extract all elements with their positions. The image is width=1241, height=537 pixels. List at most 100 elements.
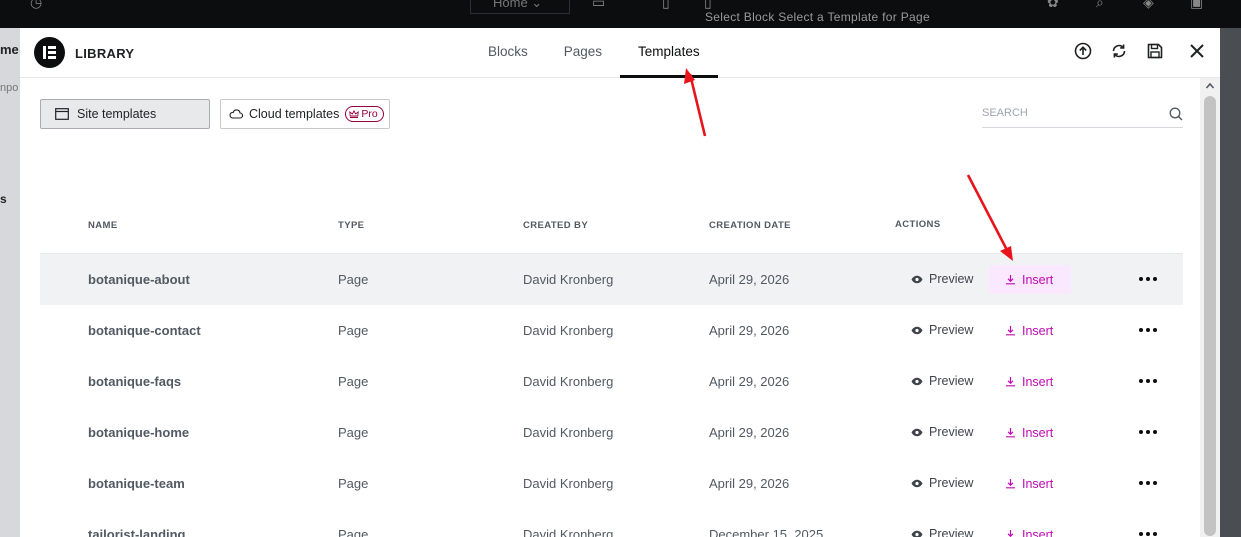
page-selector-label: Home: [493, 0, 528, 10]
template-name[interactable]: botanique-contact: [88, 323, 201, 338]
library-tabs: Blocks Pages Templates: [470, 28, 718, 78]
template-type: Page: [338, 476, 369, 491]
preview-label: Preview: [929, 272, 974, 286]
eye-icon: [911, 275, 923, 283]
save-icon[interactable]: [1146, 42, 1164, 60]
pro-badge: Pro: [345, 106, 384, 122]
cloud-icon: [229, 109, 243, 119]
tablet-icon[interactable]: ▯: [662, 0, 670, 11]
template-date: April 29, 2026: [709, 425, 790, 440]
more-options-icon[interactable]: [1138, 421, 1158, 441]
search-input[interactable]: [982, 100, 1152, 126]
table-row[interactable]: tailorist-landing Page David Kronberg Decem…: [40, 509, 1183, 537]
insert-button[interactable]: Insert: [989, 418, 1071, 447]
layers-icon[interactable]: ◈: [1143, 0, 1154, 11]
preview-button[interactable]: Preview: [911, 476, 973, 490]
more-options-icon[interactable]: [1138, 268, 1158, 288]
template-name[interactable]: botanique-team: [88, 476, 185, 491]
library-title: LIBRARY: [75, 46, 135, 61]
scroll-thumb[interactable]: [1204, 96, 1216, 536]
side-fragment: npo: [0, 82, 19, 94]
template-author: David Kronberg: [523, 476, 614, 491]
search-icon[interactable]: ⌕: [1096, 0, 1104, 11]
cloud-templates-label: Cloud templates: [249, 107, 340, 121]
insert-button[interactable]: Insert: [989, 265, 1071, 294]
insert-button[interactable]: Insert: [989, 367, 1071, 396]
table-row[interactable]: botanique-team Page David Kronberg April 29…: [40, 458, 1183, 509]
insert-label: Insert: [1022, 374, 1054, 389]
table-row[interactable]: botanique-faqs Page David Kronberg April 29…: [40, 356, 1183, 407]
library-search: [982, 100, 1183, 128]
column-header-type[interactable]: TYPE: [338, 220, 364, 231]
side-fragment: s: [0, 192, 7, 206]
desktop-icon[interactable]: ▭: [592, 0, 605, 11]
modal-scrollbar[interactable]: [1200, 78, 1220, 537]
sync-icon[interactable]: [1110, 42, 1128, 60]
upload-icon[interactable]: [1074, 42, 1092, 60]
insert-label: Insert: [1022, 476, 1054, 491]
editor-right-gutter: [1220, 28, 1241, 537]
template-name[interactable]: botanique-faqs: [88, 374, 181, 389]
close-icon[interactable]: [1188, 42, 1206, 60]
template-date: April 29, 2026: [709, 476, 790, 491]
column-header-created-by[interactable]: CREATED BY: [523, 220, 588, 231]
more-options-icon[interactable]: [1138, 472, 1158, 492]
structure-icon[interactable]: ▣: [1190, 0, 1203, 11]
insert-button[interactable]: Insert: [989, 316, 1071, 345]
table-row[interactable]: botanique-contact Page David Kronberg April…: [40, 305, 1183, 356]
more-options-icon[interactable]: [1138, 370, 1158, 390]
preview-button[interactable]: Preview: [911, 527, 973, 537]
editor-top-bar: ◷ Home ⌄ ▭ ▯ ▯ Select Block Select a Tem…: [0, 0, 1241, 28]
tab-blocks[interactable]: Blocks: [470, 28, 546, 78]
preview-label: Preview: [929, 323, 974, 337]
finder-icon[interactable]: ✿: [1047, 0, 1059, 11]
eye-icon: [911, 530, 923, 537]
preview-label: Preview: [929, 425, 974, 439]
tab-pages[interactable]: Pages: [546, 28, 620, 78]
template-type: Page: [338, 425, 369, 440]
template-date: April 29, 2026: [709, 374, 790, 389]
template-name[interactable]: botanique-home: [88, 425, 189, 440]
table-row[interactable]: botanique-home Page David Kronberg April 29…: [40, 407, 1183, 458]
template-date: April 29, 2026: [709, 323, 790, 338]
insert-label: Insert: [1022, 323, 1054, 338]
template-date: April 29, 2026: [709, 272, 790, 287]
history-icon[interactable]: ◷: [30, 0, 42, 11]
preview-button[interactable]: Preview: [911, 323, 973, 337]
column-header-creation-date[interactable]: CREATION DATE: [709, 220, 791, 231]
preview-button[interactable]: Preview: [911, 272, 973, 286]
side-fragment: me: [0, 42, 19, 57]
template-name[interactable]: botanique-about: [88, 272, 190, 287]
preview-label: Preview: [929, 527, 974, 537]
tab-templates[interactable]: Templates: [620, 28, 718, 78]
template-author: David Kronberg: [523, 323, 614, 338]
column-header-name[interactable]: NAME: [88, 220, 118, 231]
pro-badge-label: Pro: [361, 108, 378, 120]
template-name[interactable]: tailorist-landing: [88, 527, 186, 537]
template-icon: [55, 108, 69, 120]
download-icon: [1006, 377, 1015, 387]
elementor-logo-icon: [34, 37, 65, 68]
editor-side-panel: me npo s: [0, 28, 20, 537]
column-header-actions: ACTIONS: [895, 219, 941, 230]
more-options-icon[interactable]: [1138, 319, 1158, 339]
insert-button[interactable]: Insert: [989, 469, 1071, 498]
preview-button[interactable]: Preview: [911, 425, 973, 439]
preview-button[interactable]: Preview: [911, 374, 973, 388]
more-options-icon[interactable]: [1138, 523, 1158, 537]
search-icon[interactable]: [1169, 107, 1183, 121]
table-row[interactable]: botanique-about Page David Kronberg April 2…: [40, 254, 1183, 305]
eye-icon: [911, 479, 923, 487]
template-author: David Kronberg: [523, 425, 614, 440]
template-type: Page: [338, 527, 369, 537]
insert-label: Insert: [1022, 272, 1054, 287]
cloud-templates-button[interactable]: Cloud templates Pro: [220, 99, 390, 129]
template-date: December 15, 2025: [709, 527, 824, 537]
scroll-up-icon[interactable]: [1205, 81, 1215, 91]
library-modal: LIBRARY Blocks Pages Templates Site temp…: [20, 28, 1220, 537]
download-icon: [1006, 479, 1015, 489]
site-templates-button[interactable]: Site templates: [40, 99, 210, 129]
page-selector[interactable]: Home ⌄: [470, 0, 570, 14]
insert-button[interactable]: Insert: [989, 520, 1071, 537]
crown-icon: [349, 109, 360, 118]
